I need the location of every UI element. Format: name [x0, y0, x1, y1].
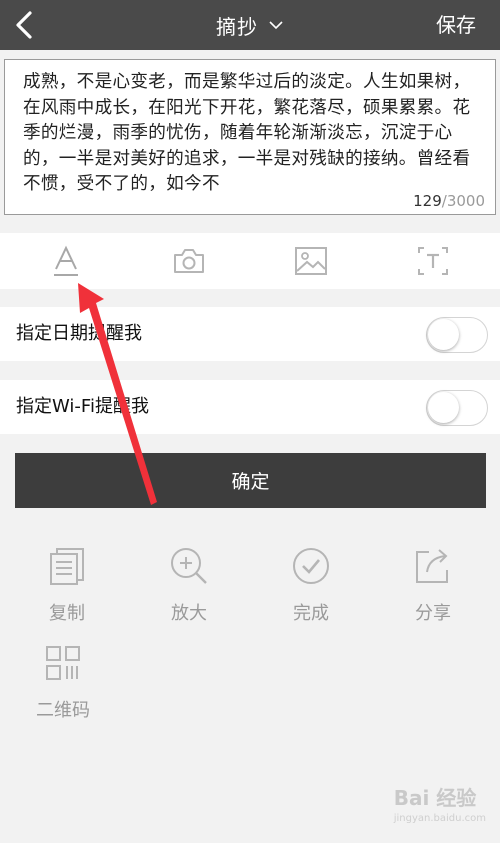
back-arrow-icon: [16, 11, 32, 39]
title-area: 摘抄: [0, 0, 500, 50]
camera-button[interactable]: [169, 241, 209, 281]
share-button[interactable]: 分享: [388, 546, 478, 636]
text-recognition-button[interactable]: [413, 241, 453, 281]
format-toolbar: [0, 233, 500, 289]
done-button[interactable]: 完成: [266, 546, 356, 636]
date-reminder-row: 指定日期提醒我: [0, 307, 500, 361]
confirm-button[interactable]: 确定: [15, 453, 486, 508]
image-button[interactable]: [291, 241, 331, 281]
zoom-button[interactable]: 放大: [144, 546, 234, 636]
image-icon: [295, 247, 327, 275]
char-counter: 129/3000: [413, 192, 485, 210]
font-style-button[interactable]: [46, 241, 86, 281]
copy-button[interactable]: 复制: [22, 546, 112, 636]
watermark-logo: Bai 经验 jingyan.baidu.com: [394, 782, 486, 824]
qrcode-label: 二维码: [36, 700, 90, 721]
share-icon: [416, 549, 448, 583]
watermark-brand: Bai 经验: [393, 786, 477, 810]
char-max: /3000: [441, 192, 485, 210]
text-recognition-icon: [418, 247, 448, 275]
wifi-reminder-row: 指定Wi-Fi提醒我: [0, 380, 500, 434]
toggle-knob: [428, 392, 459, 423]
zoom-label: 放大: [171, 603, 207, 624]
save-button[interactable]: 保存: [436, 0, 476, 50]
qr-code-icon: [46, 646, 80, 680]
excerpt-editor[interactable]: 成熟，不是心变老，而是繁华过后的淡定。人生如果树，在风雨中成长，在阳光下开花，繁…: [4, 59, 496, 215]
check-circle-icon: [293, 548, 329, 584]
char-count: 129: [413, 192, 442, 210]
zoom-in-icon: [171, 548, 207, 584]
camera-icon: [174, 249, 204, 273]
page-title-dropdown[interactable]: 摘抄: [216, 11, 258, 40]
date-reminder-label: 指定日期提醒我: [16, 323, 142, 344]
back-button[interactable]: [6, 7, 42, 43]
top-bar: 摘抄 保存: [0, 0, 500, 50]
chevron-down-icon: [269, 21, 283, 30]
copy-icon: [50, 548, 84, 585]
toggle-knob: [428, 319, 459, 350]
copy-label: 复制: [49, 603, 85, 624]
font-style-icon: [54, 245, 78, 276]
qrcode-button[interactable]: 二维码: [18, 643, 108, 733]
excerpt-text[interactable]: 成熟，不是心变老，而是繁华过后的淡定。人生如果树，在风雨中成长，在阳光下开花，繁…: [23, 70, 483, 192]
wifi-reminder-toggle[interactable]: [426, 390, 488, 426]
date-reminder-toggle[interactable]: [426, 317, 488, 353]
wifi-reminder-label: 指定Wi-Fi提醒我: [16, 396, 149, 417]
done-label: 完成: [293, 603, 329, 624]
share-label: 分享: [415, 603, 451, 624]
watermark-url: jingyan.baidu.com: [393, 813, 486, 824]
